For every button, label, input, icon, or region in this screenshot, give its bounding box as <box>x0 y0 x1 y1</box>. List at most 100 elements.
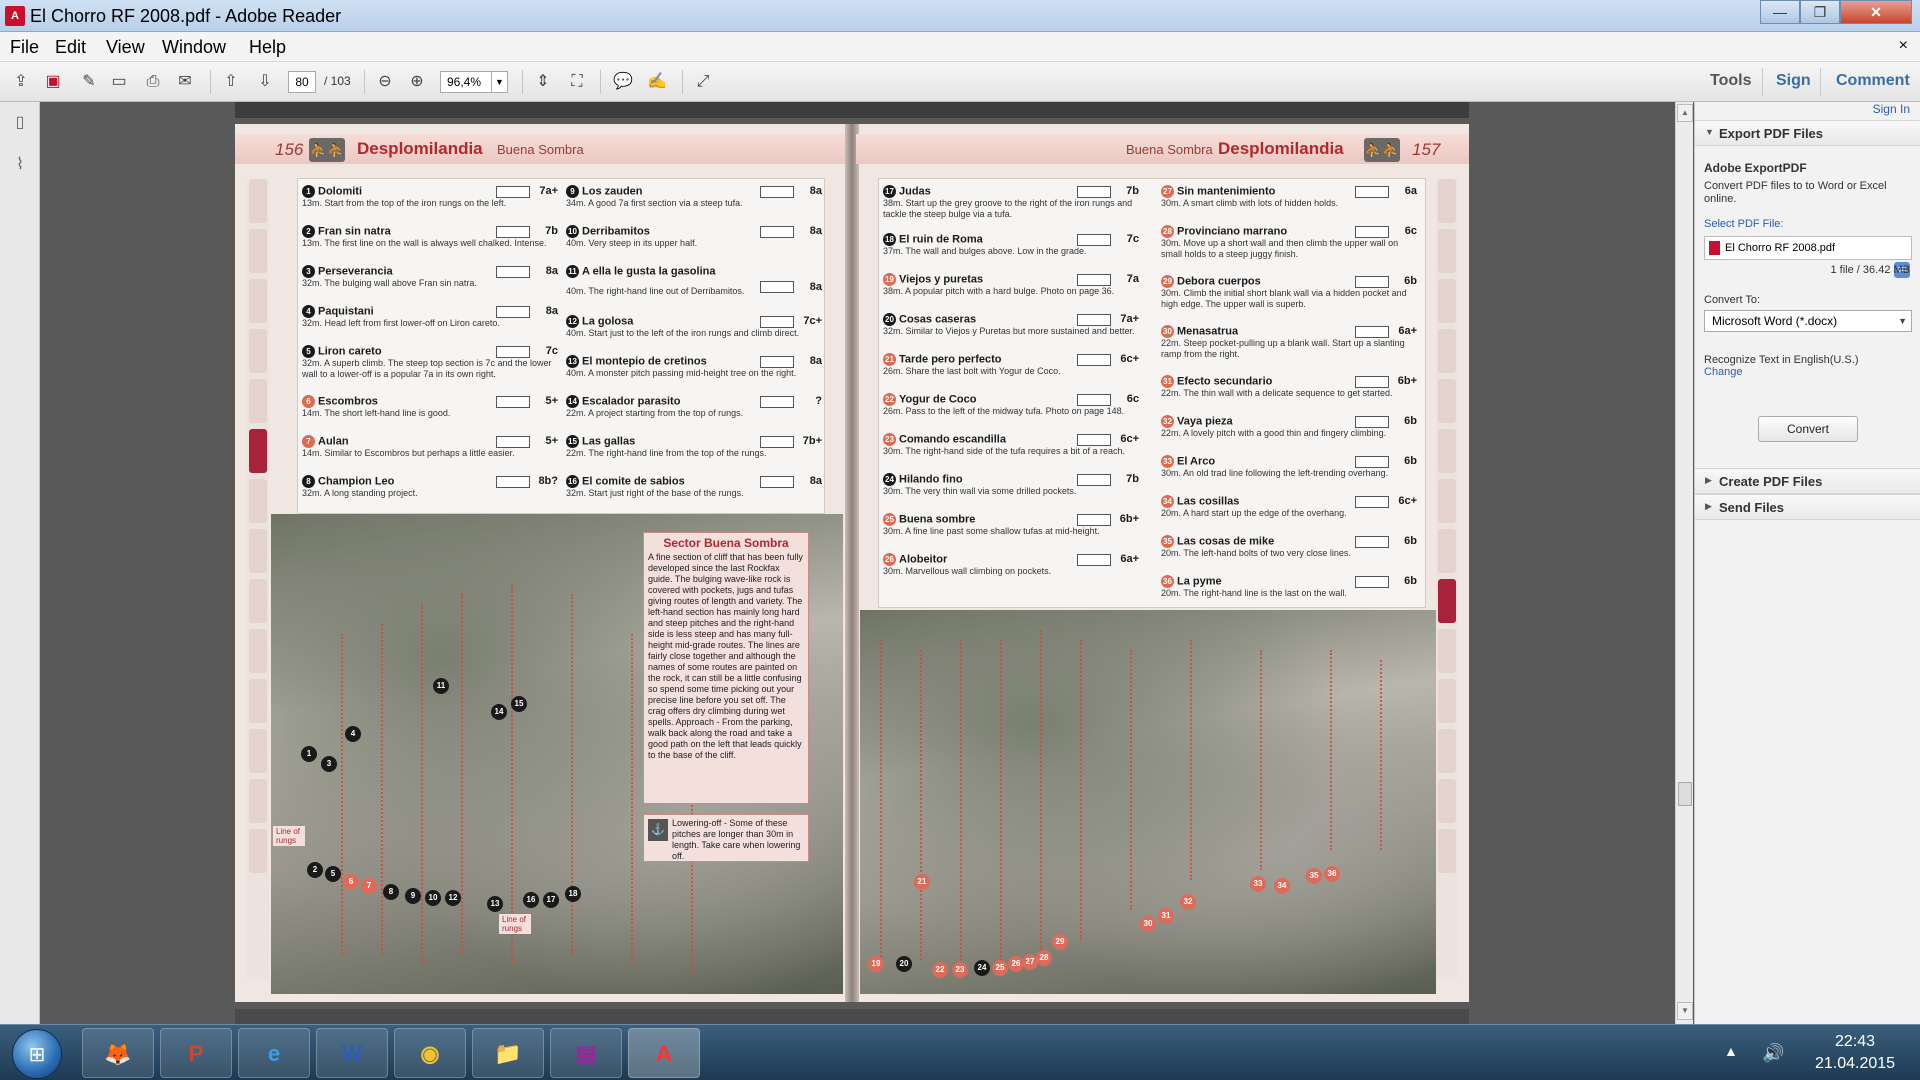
combine-files-icon[interactable]: ▣ <box>40 70 66 94</box>
pdf-file-icon <box>1709 241 1720 255</box>
save-icon[interactable]: ▭ <box>106 70 132 94</box>
menu-bar: File Edit View Window Help × <box>0 32 1920 62</box>
winrar-taskbar-icon[interactable]: ▤ <box>550 1028 622 1078</box>
zoom-select[interactable]: 96,4% ▼ <box>440 71 508 93</box>
route-item: 21 Tarde pero perfecto 6c+ 26m. Share the… <box>883 353 1139 376</box>
convert-format-select[interactable]: Microsoft Word (*.docx) ▼ <box>1704 310 1912 332</box>
select-file-label: Select PDF File: <box>1704 218 1784 230</box>
route-marker: 19 <box>868 956 884 972</box>
powerpoint-taskbar-icon[interactable]: P <box>160 1028 232 1078</box>
adobe-reader-taskbar-icon[interactable]: A <box>628 1028 700 1078</box>
route-item: 7 Aulan 5+ 14m. Similar to Escombros but … <box>302 435 558 458</box>
menu-window[interactable]: Window <box>162 37 226 58</box>
route-marker: 8 <box>383 884 399 900</box>
navigation-pane: ▯ ⌇ <box>0 102 40 1024</box>
route-item: 33 El Arco 6b 30m. An old trad line follo… <box>1161 455 1417 478</box>
attachments-icon[interactable]: ⌇ <box>9 154 31 176</box>
file-explorer-taskbar-icon[interactable]: 📁 <box>472 1028 544 1078</box>
close-button[interactable]: ✕ <box>1840 0 1912 24</box>
chrome-taskbar-icon[interactable]: ◉ <box>394 1028 466 1078</box>
route-marker: 21 <box>914 874 930 890</box>
menu-edit[interactable]: Edit <box>55 37 86 58</box>
service-name: Adobe ExportPDF <box>1704 161 1807 175</box>
route-item: 35 Las cosas de mike 6b 20m. The left-han… <box>1161 535 1417 558</box>
fit-width-icon[interactable]: ⛶ <box>564 70 590 94</box>
crag-photo: 19 20 21 22 23 24 25 26 27 28 29 30 31 3… <box>860 610 1436 994</box>
page-thumbnails-icon[interactable]: ▯ <box>9 112 31 134</box>
firefox-taskbar-icon[interactable]: 🦊 <box>82 1028 154 1078</box>
route-item: 8 Champion Leo 8b? 32m. A long standing p… <box>302 475 558 498</box>
lowering-icon: ⚓ <box>648 819 668 841</box>
send-files-section[interactable]: ▶ Send Files <box>1695 494 1920 520</box>
zoom-in-icon[interactable]: ⊕ <box>404 70 430 94</box>
menu-file[interactable]: File <box>10 37 39 58</box>
selected-file[interactable]: El Chorro RF 2008.pdf <box>1704 236 1912 260</box>
route-marker: 11 <box>433 678 449 694</box>
create-pdf-icon[interactable]: ⇪ <box>8 70 34 94</box>
page-number-input[interactable]: 80 <box>288 71 316 93</box>
next-page-icon[interactable]: ⇩ <box>252 70 278 94</box>
sign-tab[interactable]: Sign <box>1776 72 1811 90</box>
close-document-icon[interactable]: × <box>1899 37 1908 55</box>
minimize-button[interactable]: — <box>1760 0 1800 24</box>
system-clock[interactable]: 22:43 21.04.2015 <box>1800 1031 1910 1075</box>
route-item: 14 Escalador parasito ? 22m. A project st… <box>566 395 822 418</box>
chevron-down-icon[interactable]: ▼ <box>491 72 507 92</box>
fit-page-icon[interactable]: ⇕ <box>530 70 556 94</box>
highlight-icon[interactable]: ✍ <box>644 70 670 94</box>
left-page: 156 ⛹⛹ Desplomilandia Buena Sombra 1 Dolo… <box>235 124 848 1002</box>
volume-icon[interactable]: 🔊 <box>1762 1043 1784 1064</box>
route-item: 24 Hilando fino 7b 30m. The very thin wal… <box>883 473 1139 496</box>
comment-tab[interactable]: Comment <box>1836 72 1910 90</box>
route-item: 27 Sin mantenimiento 6a 30m. A smart clim… <box>1161 185 1417 208</box>
scroll-up-icon[interactable]: ▲ <box>1677 104 1693 122</box>
internet-explorer-taskbar-icon[interactable]: e <box>238 1028 310 1078</box>
route-marker: 35 <box>1306 868 1322 884</box>
page-subtitle: Buena Sombra <box>1126 142 1213 157</box>
change-link[interactable]: Change <box>1704 366 1743 379</box>
scroll-thumb[interactable] <box>1678 782 1692 806</box>
route-marker: 22 <box>932 962 948 978</box>
convert-button[interactable]: Convert <box>1758 416 1858 442</box>
word-taskbar-icon[interactable]: W <box>316 1028 388 1078</box>
sector-title: Sector Buena Sombra <box>663 536 789 550</box>
route-marker: 29 <box>1052 934 1068 950</box>
page-count: / 103 <box>324 74 351 88</box>
menu-help[interactable]: Help <box>249 37 286 58</box>
route-item: 11 A ella le gusta la gasolina 8a 40m. Th… <box>566 265 822 296</box>
adobe-reader-icon: A <box>5 6 25 26</box>
sign-in-link[interactable]: Sign In <box>1873 102 1910 116</box>
route-marker: 24 <box>974 960 990 976</box>
route-marker: 32 <box>1180 894 1196 910</box>
route-item: 29 Debora cuerpos 6b 30m. Climb the initi… <box>1161 275 1417 309</box>
scroll-down-icon[interactable]: ▼ <box>1677 1002 1693 1020</box>
route-item: 25 Buena sombre 6b+ 30m. A fine line past… <box>883 513 1139 536</box>
previous-page-icon[interactable]: ⇧ <box>218 70 244 94</box>
start-button[interactable]: ⊞ <box>12 1029 62 1079</box>
lowering-note: ⚓ Lowering-off - Some of these pitches a… <box>643 814 809 862</box>
show-hidden-icons-icon[interactable]: ▲ <box>1724 1043 1738 1059</box>
tools-panel: Sign In ▼ Export PDF Files ⇄ Adobe Expor… <box>1694 102 1920 1024</box>
comment-icon[interactable]: 💬 <box>610 70 636 94</box>
page-header: Buena Sombra Desplomilandia ⛹⛹ 157 <box>856 134 1469 164</box>
maximize-button[interactable]: ❐ <box>1800 0 1840 24</box>
route-marker: 20 <box>896 956 912 972</box>
route-marker: 2 <box>307 862 323 878</box>
email-icon[interactable]: ✉ <box>172 70 198 94</box>
vertical-scrollbar[interactable]: ▲ ▼ <box>1675 102 1693 1024</box>
tools-tab[interactable]: Tools <box>1710 72 1751 90</box>
route-marker: 4 <box>345 726 361 742</box>
zoom-out-icon[interactable]: ⊖ <box>372 70 398 94</box>
route-marker: 14 <box>491 704 507 720</box>
full-screen-icon[interactable]: ⤢ <box>690 70 716 94</box>
route-item: 4 Paquistani 8a 32m. Head left from first… <box>302 305 558 328</box>
menu-view[interactable]: View <box>106 37 145 58</box>
edit-icon[interactable]: ✎ <box>76 70 102 94</box>
route-marker: 17 <box>543 892 559 908</box>
create-pdf-section[interactable]: ▶ Create PDF Files <box>1695 468 1920 494</box>
side-tabs <box>1436 179 1458 979</box>
document-viewer[interactable]: 156 ⛹⛹ Desplomilandia Buena Sombra 1 Dolo… <box>41 102 1675 1024</box>
print-icon[interactable]: ⎙ <box>140 70 166 94</box>
route-marker: 31 <box>1158 908 1174 924</box>
export-pdf-section[interactable]: ▼ Export PDF Files <box>1695 120 1920 146</box>
